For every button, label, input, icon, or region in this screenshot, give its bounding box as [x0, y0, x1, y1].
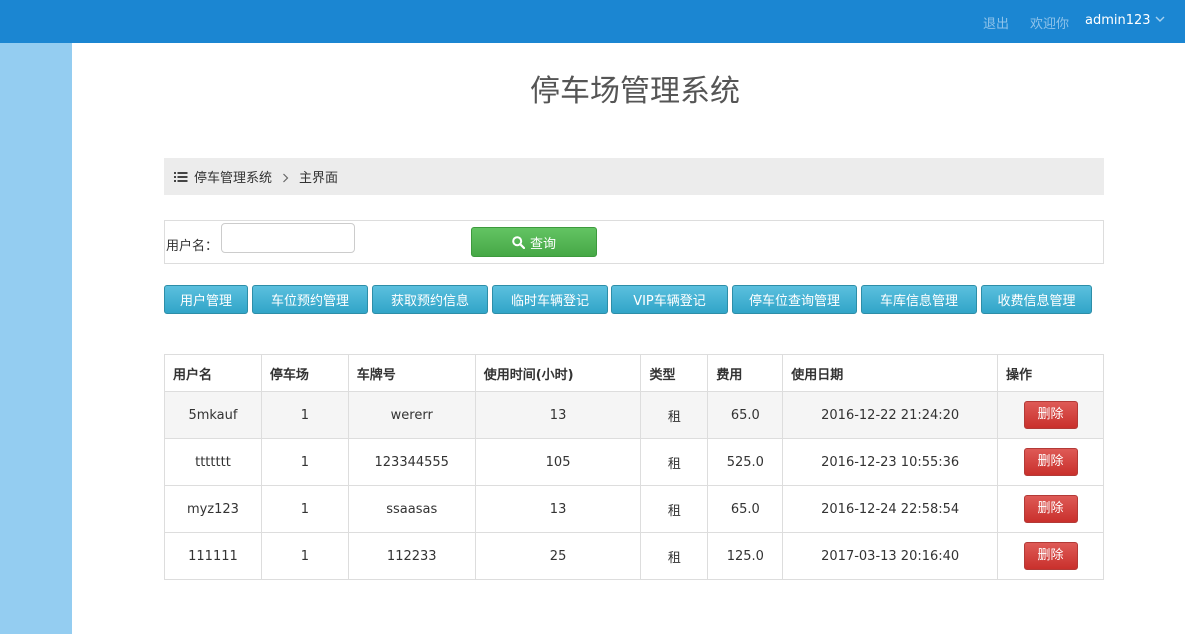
cell-fee: 125.0	[707, 532, 784, 580]
search-button-label: 查询	[529, 236, 556, 252]
column-header: 使用时间(小时)	[474, 354, 642, 392]
cell-hours: 25	[474, 532, 642, 580]
search-icon	[512, 235, 525, 249]
nav-space-reservation-button[interactable]: 车位预约管理	[252, 285, 368, 314]
column-header: 使用日期	[782, 354, 999, 392]
chevron-right-icon	[282, 172, 289, 182]
cell-type: 租	[640, 391, 709, 439]
nav-temp-vehicle-button[interactable]: 临时车辆登记	[492, 285, 608, 314]
cell-date: 2016-12-22 21:24:20	[782, 391, 999, 439]
delete-button[interactable]: 删除	[1023, 448, 1078, 476]
nav-vip-vehicle-button[interactable]: VIP车辆登记	[611, 285, 728, 314]
column-header: 费用	[707, 354, 784, 392]
username-label: 用户名：	[166, 239, 219, 254]
parking-records-table: 用户名 停车场 车牌号 使用时间(小时) 类型 费用 使用日期 操作 5mkau…	[164, 354, 1104, 580]
search-panel: 用户名： 查询	[164, 220, 1104, 264]
cell-username: 111111	[164, 532, 262, 580]
breadcrumb: 停车管理系统 主界面	[164, 158, 1104, 195]
top-navbar: 退出 欢迎你 admin123	[0, 0, 1185, 43]
table-row: myz123 1 ssaasas 13 租 65.0 2016-12-24 22…	[164, 485, 1104, 533]
nav-user-management-button[interactable]: 用户管理	[164, 285, 248, 314]
cell-date: 2017-03-13 20:16:40	[782, 532, 999, 580]
table-row: 5mkauf 1 wererr 13 租 65.0 2016-12-22 21:…	[164, 391, 1104, 439]
cell-plate: 123344555	[347, 438, 476, 486]
delete-button[interactable]: 删除	[1023, 542, 1078, 570]
cell-action: 删除	[997, 532, 1104, 580]
user-menu[interactable]: admin123	[1085, 13, 1151, 28]
cell-fee: 525.0	[707, 438, 784, 486]
welcome-text: 欢迎你	[1030, 17, 1070, 32]
cell-type: 租	[640, 485, 709, 533]
table-row: 111111 1 112233 25 租 125.0 2017-03-13 20…	[164, 532, 1104, 580]
column-header: 停车场	[260, 354, 349, 392]
cell-lot: 1	[260, 391, 349, 439]
cell-plate: 112233	[347, 532, 476, 580]
cell-username: ttttttt	[164, 438, 262, 486]
list-icon	[174, 171, 188, 183]
chevron-down-icon[interactable]	[1154, 12, 1166, 26]
search-button[interactable]: 查询	[471, 227, 597, 257]
cell-plate: ssaasas	[347, 485, 476, 533]
cell-type: 租	[640, 532, 709, 580]
cell-fee: 65.0	[707, 391, 784, 439]
logout-link[interactable]: 退出	[983, 13, 1009, 32]
page-title: 停车场管理系统	[530, 74, 740, 109]
cell-date: 2016-12-24 22:58:54	[782, 485, 999, 533]
nav-space-query-button[interactable]: 停车位查询管理	[732, 285, 857, 314]
cell-lot: 1	[260, 532, 349, 580]
cell-hours: 13	[474, 485, 642, 533]
table-row: ttttttt 1 123344555 105 租 525.0 2016-12-…	[164, 438, 1104, 486]
cell-lot: 1	[260, 438, 349, 486]
cell-username: 5mkauf	[164, 391, 262, 439]
delete-button[interactable]: 删除	[1023, 495, 1078, 523]
column-header: 操作	[997, 354, 1104, 392]
column-header: 类型	[640, 354, 709, 392]
cell-type: 租	[640, 438, 709, 486]
breadcrumb-root[interactable]: 停车管理系统	[194, 167, 272, 186]
column-header: 车牌号	[347, 354, 476, 392]
sidebar	[0, 43, 72, 634]
column-header: 用户名	[164, 354, 262, 392]
cell-action: 删除	[997, 485, 1104, 533]
cell-action: 删除	[997, 438, 1104, 486]
delete-button[interactable]: 删除	[1023, 401, 1078, 429]
nav-garage-info-button[interactable]: 车库信息管理	[861, 285, 977, 314]
cell-plate: wererr	[347, 391, 476, 439]
cell-action: 删除	[997, 391, 1104, 439]
table-header-row: 用户名 停车场 车牌号 使用时间(小时) 类型 费用 使用日期 操作	[164, 354, 1104, 392]
nav-fee-info-button[interactable]: 收费信息管理	[981, 285, 1092, 314]
username-search-input[interactable]	[221, 223, 355, 253]
cell-fee: 65.0	[707, 485, 784, 533]
breadcrumb-current: 主界面	[299, 171, 339, 186]
cell-lot: 1	[260, 485, 349, 533]
nav-get-reservation-button[interactable]: 获取预约信息	[372, 285, 488, 314]
cell-username: myz123	[164, 485, 262, 533]
cell-hours: 13	[474, 391, 642, 439]
cell-hours: 105	[474, 438, 642, 486]
cell-date: 2016-12-23 10:55:36	[782, 438, 999, 486]
